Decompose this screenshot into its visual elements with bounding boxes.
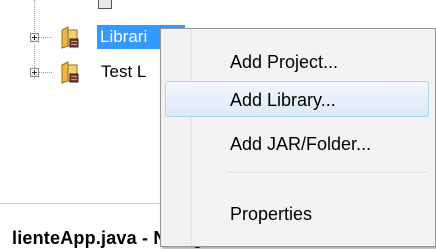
expand-toggle[interactable] [30, 33, 39, 42]
panel-divider [0, 203, 160, 204]
menu-item-add-project[interactable]: Add Project... [165, 43, 429, 79]
library-folder-icon [60, 24, 80, 50]
tree-branch-line [38, 37, 52, 38]
library-folder-icon [60, 59, 80, 85]
partial-node-icon [98, 0, 112, 9]
tree-branch-line [38, 72, 52, 73]
menu-item-properties[interactable]: Properties [165, 195, 429, 231]
menu-item-add-library[interactable]: Add Library... [165, 81, 429, 117]
menu-item-add-jar-folder[interactable]: Add JAR/Folder... [165, 125, 429, 161]
expand-toggle[interactable] [30, 68, 39, 77]
menu-separator [227, 172, 427, 174]
context-menu: Add Project... Add Library... Add JAR/Fo… [160, 28, 436, 247]
